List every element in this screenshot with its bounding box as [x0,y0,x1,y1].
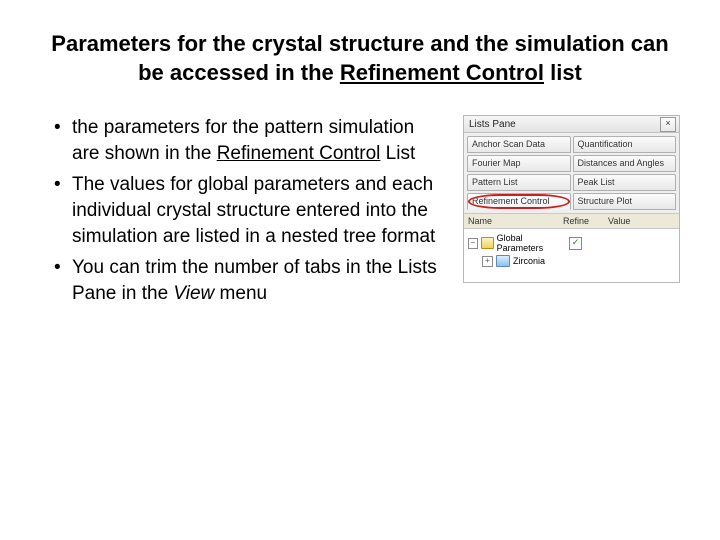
tab-quantification[interactable]: Quantification [573,136,677,153]
tree-node: − Global Parameters [468,233,563,253]
tab-distances-angles[interactable]: Distances and Angles [573,155,677,172]
bullet-1-underlined: Refinement Control [217,143,381,164]
tree-node-label: Zirconia [513,256,545,266]
close-button[interactable]: × [660,117,676,132]
refine-checkbox[interactable]: ✓ [569,237,582,250]
bullet-item: You can trim the number of tabs in the L… [54,255,443,306]
tree-header-row: Name Refine Value [464,213,679,229]
tree-row-zirconia[interactable]: + Zirconia [468,254,675,268]
tab-peak-list[interactable]: Peak List [573,174,677,191]
bullet-2: The values for global parameters and eac… [72,174,435,246]
tree-refine-cell: ✓ [563,237,608,250]
tree-node-label: Global Parameters [497,233,563,253]
col-value: Value [608,216,675,226]
tree-view: − Global Parameters ✓ + Zirconia [464,229,679,282]
tab-pattern-list[interactable]: Pattern List [467,174,571,191]
bullet-item: the parameters for the pattern simulatio… [54,115,443,166]
expander-icon[interactable]: + [482,256,493,267]
bullet-column: the parameters for the pattern simulatio… [40,115,443,312]
tab-fourier-map[interactable]: Fourier Map [467,155,571,172]
bullet-list: the parameters for the pattern simulatio… [40,115,443,306]
title-underlined: Refinement Control [340,60,544,85]
col-name: Name [468,216,563,226]
title-post: list [544,60,582,85]
folder-icon [496,255,510,267]
lists-pane-panel: Lists Pane × Anchor Scan Data Quantifica… [463,115,680,283]
tree-row-global-parameters[interactable]: − Global Parameters ✓ [468,232,675,254]
expander-icon[interactable]: − [468,238,478,249]
tab-refinement-control[interactable]: Refinement Control [467,193,571,210]
slide: Parameters for the crystal structure and… [0,0,720,540]
tab-structure-plot[interactable]: Structure Plot [573,193,677,210]
col-refine: Refine [563,216,608,226]
bullet-3-italic: View [173,283,214,304]
close-icon: × [665,118,670,128]
slide-title: Parameters for the crystal structure and… [50,30,670,87]
panel-title: Lists Pane [469,119,516,130]
slide-body: the parameters for the pattern simulatio… [40,115,680,312]
tree-node: + Zirconia [482,255,577,267]
panel-titlebar: Lists Pane × [464,116,679,133]
tab-refinement-control-wrap: Refinement Control [466,192,572,211]
bullet-1-post: List [380,143,415,164]
tab-anchor-scan-data[interactable]: Anchor Scan Data [467,136,571,153]
bullet-item: The values for global parameters and eac… [54,172,443,249]
bullet-3-post: menu [214,283,267,304]
panel-tabs: Anchor Scan Data Quantification Fourier … [464,133,679,213]
folder-icon [481,237,494,249]
